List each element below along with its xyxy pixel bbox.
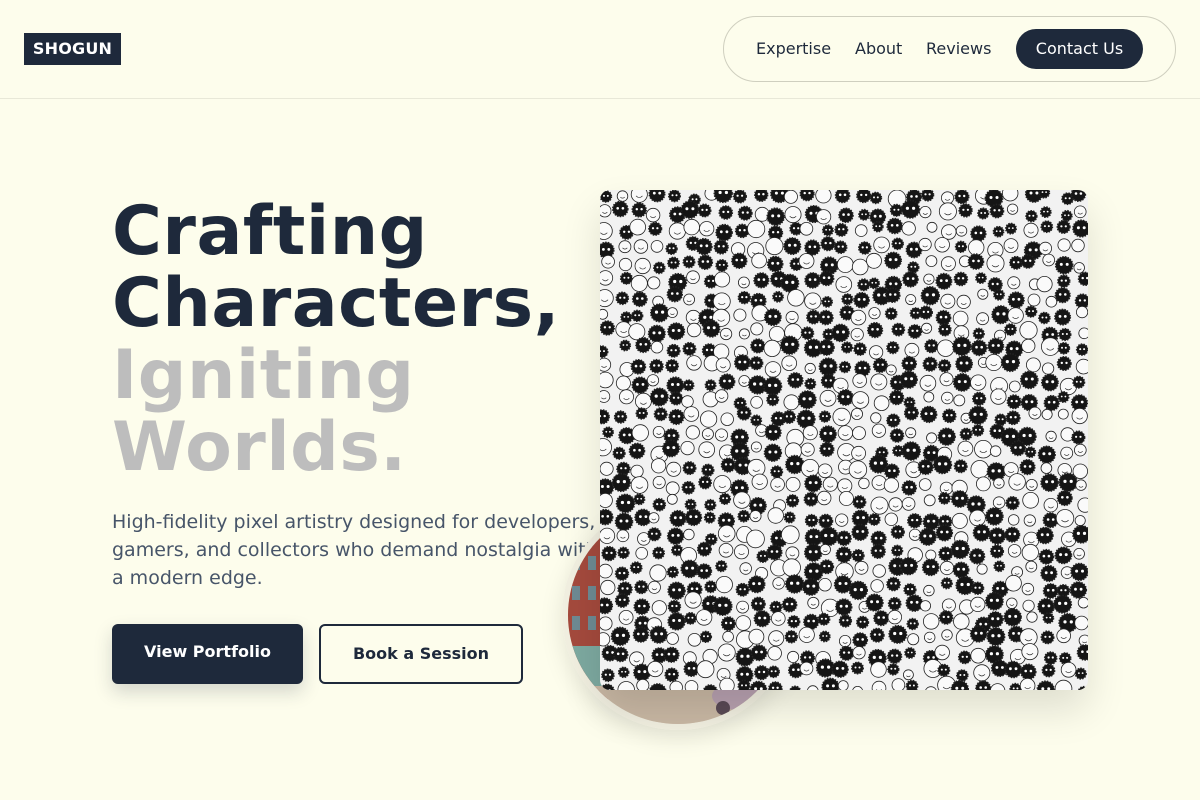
nav-link-expertise[interactable]: Expertise: [756, 17, 831, 81]
headline-line-4: Worlds.: [112, 408, 407, 487]
nav-link-reviews[interactable]: Reviews: [926, 17, 991, 81]
logo[interactable]: SHOGUN: [24, 33, 121, 65]
main-nav: Expertise About Reviews Contact Us: [723, 16, 1176, 82]
hero-artwork-image: [600, 190, 1088, 690]
headline-line-3: Igniting: [112, 336, 415, 415]
view-portfolio-button[interactable]: View Portfolio: [112, 624, 303, 684]
site-header: SHOGUN Expertise About Reviews Contact U…: [0, 0, 1200, 99]
hero-subtitle: High-fidelity pixel artistry designed fo…: [112, 511, 598, 589]
nav-link-about[interactable]: About: [855, 17, 902, 81]
hero-headline: Crafting Characters, Igniting Worlds.: [112, 196, 632, 484]
contact-us-button[interactable]: Contact Us: [1016, 29, 1143, 69]
headline-line-2: Characters,: [112, 264, 560, 343]
book-session-button[interactable]: Book a Session: [319, 624, 523, 684]
headline-line-1: Crafting: [112, 192, 428, 271]
